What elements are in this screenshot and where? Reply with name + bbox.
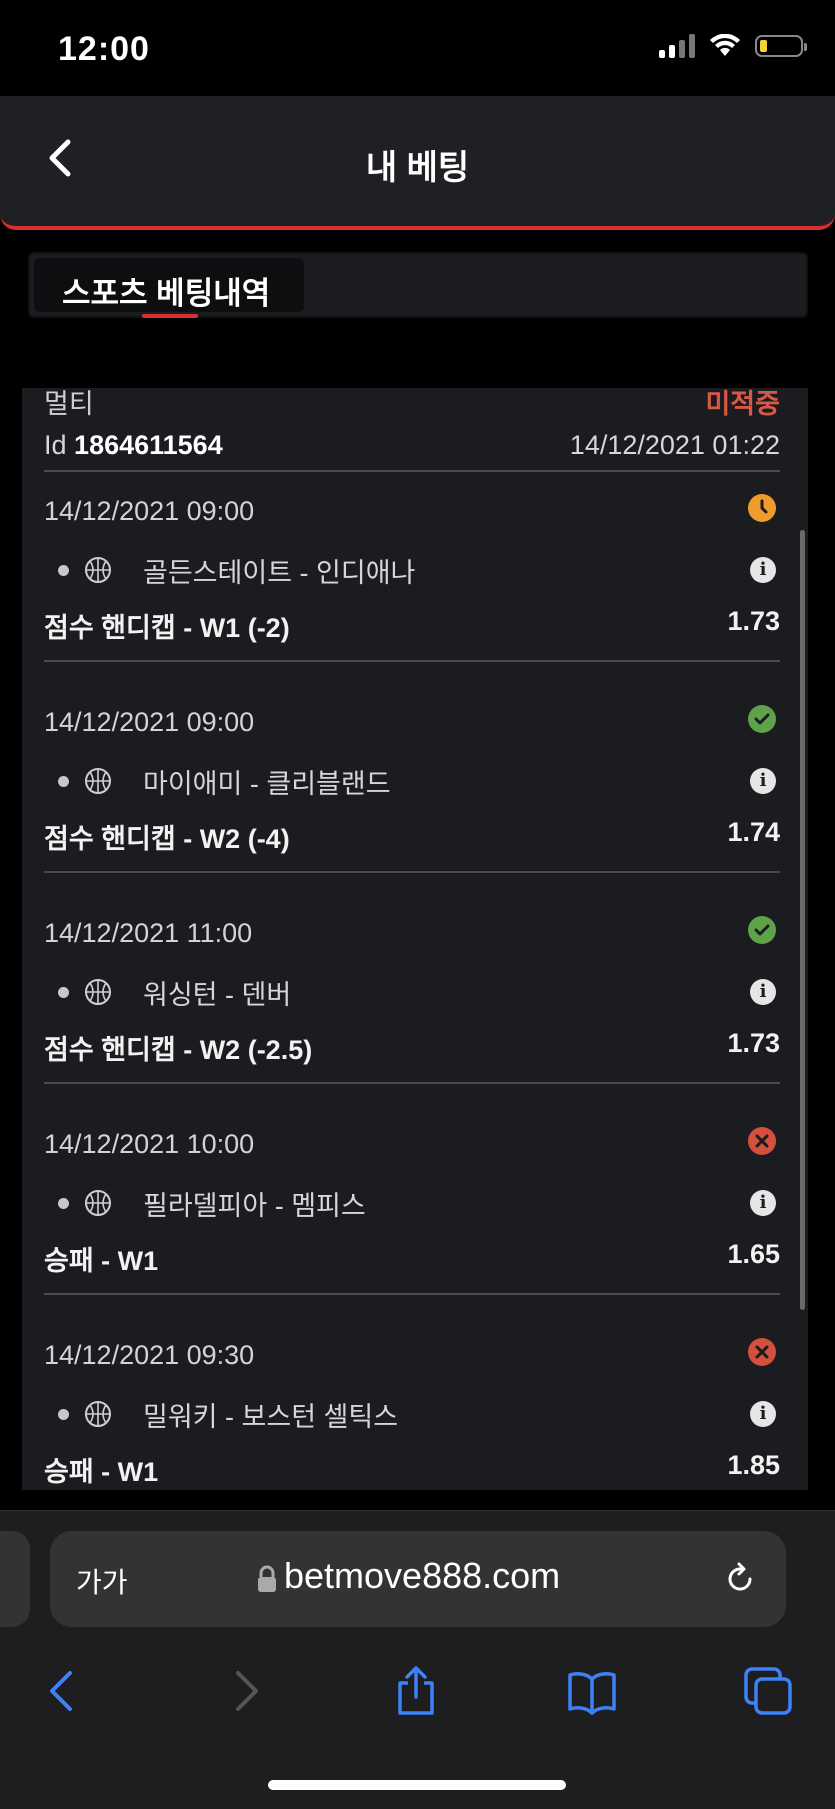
tab-active-indicator: [142, 314, 198, 318]
bet-event: 14/12/2021 09:00 마이애미 - 클리블랜드 i 점수 핸디캡 -…: [22, 683, 808, 894]
divider: [44, 660, 780, 662]
event-market: 점수 핸디캡 - W2 (-2.5): [44, 1035, 313, 1065]
status-time: 12:00: [58, 30, 150, 68]
url-text: betmove888.com: [284, 1555, 561, 1596]
tab-sports-bet-history[interactable]: 스포츠 베팅내역: [34, 258, 304, 318]
event-odds: 1.85: [727, 1450, 780, 1480]
divider: [44, 1082, 780, 1084]
event-match: 골든스테이트 - 인디애나: [44, 552, 415, 588]
event-market: 점수 핸디캡 - W1 (-2): [44, 613, 290, 643]
status-icons: [659, 34, 807, 58]
event-market: 승패 - W1: [44, 1246, 159, 1276]
basketball-icon: [85, 557, 111, 583]
basketball-icon: [85, 1401, 111, 1427]
address-bar[interactable]: 가가 betmove888.com: [50, 1531, 786, 1627]
tab-label: 스포츠 베팅내역: [62, 276, 271, 311]
cross-icon: [748, 1127, 776, 1155]
bet-event: 14/12/2021 09:00 골든스테이트 - 인디애나 i 점수 핸디캡 …: [22, 472, 808, 683]
bullet-dot: [58, 1408, 69, 1420]
match-name: 필라델피아 - 멤피스: [143, 1190, 366, 1221]
basketball-icon: [85, 979, 111, 1005]
battery-icon: [755, 35, 807, 57]
event-time: 14/12/2021 09:00: [44, 496, 255, 526]
bet-header: 멀티 미적중 Id 1864611564 14/12/2021 01:22: [22, 388, 808, 472]
event-market: 승패 - W1: [44, 1457, 159, 1487]
page-header: 내 베팅: [0, 96, 835, 230]
basketball-icon: [85, 768, 111, 794]
forward-icon[interactable]: [218, 1665, 270, 1717]
event-match: 워싱턴 - 덴버: [44, 974, 291, 1010]
browser-bar: 가가 betmove888.com: [0, 1510, 835, 1809]
bet-list[interactable]: 멀티 미적중 Id 1864611564 14/12/2021 01:22 14…: [22, 388, 808, 1490]
divider: [44, 1293, 780, 1295]
home-indicator: [268, 1780, 566, 1790]
bet-event: 14/12/2021 11:00 워싱턴 - 덴버 i 점수 핸디캡 - W2 …: [22, 894, 808, 1105]
tabs-icon[interactable]: [742, 1665, 794, 1717]
info-icon[interactable]: i: [750, 1401, 776, 1427]
event-match: 필라델피아 - 멤피스: [44, 1185, 366, 1221]
bullet-dot: [58, 775, 69, 787]
reload-icon[interactable]: [720, 1559, 760, 1599]
event-match: 밀워키 - 보스턴 셀틱스: [44, 1396, 398, 1432]
clock-icon: [748, 494, 776, 522]
wifi-icon: [710, 34, 740, 56]
bet-placed-date: 14/12/2021 01:22: [569, 430, 780, 460]
browser-toolbar: [0, 1651, 835, 1731]
match-name: 마이애미 - 클리블랜드: [143, 768, 391, 799]
event-odds: 1.74: [727, 817, 780, 847]
event-market: 점수 핸디캡 - W2 (-4): [44, 824, 290, 854]
event-time: 14/12/2021 09:30: [44, 1340, 255, 1370]
info-icon[interactable]: i: [750, 557, 776, 583]
match-name: 골든스테이트 - 인디애나: [143, 557, 416, 588]
bullet-dot: [58, 564, 69, 576]
lock-icon: [258, 1565, 276, 1592]
text-size-button[interactable]: 가가: [76, 1561, 128, 1601]
bet-type: 멀티: [44, 389, 94, 419]
bullet-dot: [58, 986, 69, 998]
basketball-icon: [85, 1190, 111, 1216]
event-odds: 1.65: [727, 1239, 780, 1269]
check-icon: [748, 916, 776, 944]
info-icon[interactable]: i: [750, 979, 776, 1005]
event-time: 14/12/2021 11:00: [44, 918, 253, 948]
bet-status-badge: 미적중: [705, 389, 780, 419]
bet-event: 14/12/2021 09:30 밀워키 - 보스턴 셀틱스 i 승패 - W1…: [22, 1316, 808, 1490]
bet-id: Id 1864611564: [44, 430, 223, 460]
events: 14/12/2021 09:00 골든스테이트 - 인디애나 i 점수 핸디캡 …: [22, 472, 808, 1490]
signal-icon: [659, 34, 695, 58]
event-odds: 1.73: [727, 1028, 780, 1058]
cross-icon: [748, 1338, 776, 1366]
match-name: 밀워키 - 보스턴 셀틱스: [143, 1401, 399, 1432]
check-icon: [748, 705, 776, 733]
back-icon[interactable]: [38, 1665, 90, 1717]
event-time: 14/12/2021 10:00: [44, 1129, 255, 1159]
bullet-dot: [58, 1197, 69, 1209]
bet-event: 14/12/2021 10:00 필라델피아 - 멤피스 i 승패 - W1 1…: [22, 1105, 808, 1316]
info-icon[interactable]: i: [750, 768, 776, 794]
event-match: 마이애미 - 클리블랜드: [44, 763, 391, 799]
event-time: 14/12/2021 09:00: [44, 707, 255, 737]
bookmarks-icon[interactable]: [566, 1665, 618, 1717]
event-odds: 1.73: [727, 606, 780, 636]
match-name: 워싱턴 - 덴버: [143, 979, 292, 1010]
scrollbar[interactable]: [800, 530, 805, 1310]
info-icon[interactable]: i: [750, 1190, 776, 1216]
tab-bar: 스포츠 베팅내역: [28, 252, 808, 318]
divider: [44, 871, 780, 873]
previous-tab-preview[interactable]: [0, 1531, 30, 1627]
share-icon[interactable]: [390, 1665, 442, 1717]
status-bar: 12:00: [0, 0, 835, 96]
page-title: 내 베팅: [365, 149, 470, 187]
